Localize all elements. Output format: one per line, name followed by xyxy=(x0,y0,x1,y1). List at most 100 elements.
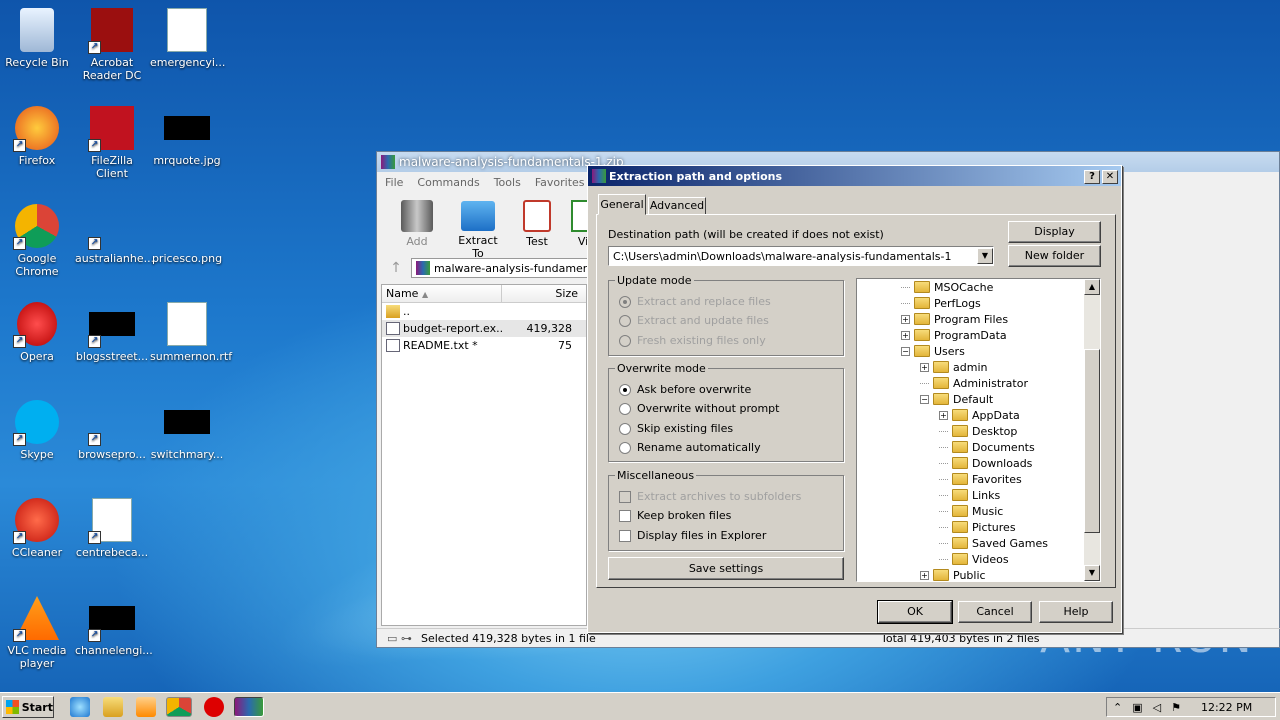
desktop-icon-channelengi[interactable]: ↗ channelengi... xyxy=(75,594,153,657)
expand-icon[interactable]: + xyxy=(901,314,910,324)
tree-node-label: Default xyxy=(953,392,994,406)
save-settings-button[interactable]: Save settings xyxy=(608,557,844,580)
tree-node-program-files[interactable]: + Program Files xyxy=(901,311,1008,327)
test-button[interactable]: Test xyxy=(517,196,557,252)
tree-node-label: Videos xyxy=(972,552,1009,566)
tree-node-saved-games[interactable]: Saved Games xyxy=(939,535,1048,551)
tree-node-documents[interactable]: Documents xyxy=(939,439,1035,455)
desktop-icon-recycle-bin[interactable]: Recycle Bin xyxy=(0,6,74,69)
help-button[interactable]: Help xyxy=(1039,601,1113,623)
tree-node-music[interactable]: Music xyxy=(939,503,1003,519)
cancel-button[interactable]: Cancel xyxy=(958,601,1032,623)
tab-advanced[interactable]: Advanced xyxy=(648,197,706,215)
tree-node-users[interactable]: − Users xyxy=(901,343,965,359)
expand-icon[interactable]: + xyxy=(920,362,929,372)
radio-skip-existing-files[interactable]: Skip existing files xyxy=(619,422,733,435)
combo-dropdown-button[interactable]: ▼ xyxy=(977,248,993,264)
tree-node-videos[interactable]: Videos xyxy=(939,551,1009,567)
scroll-down-button[interactable]: ▼ xyxy=(1084,565,1100,581)
desktop-icon-skype[interactable]: ↗ Skype xyxy=(0,398,74,461)
expand-icon[interactable]: + xyxy=(920,570,929,580)
desktop-icon-centrebeca[interactable]: ↗ centrebeca... xyxy=(75,496,149,559)
network-icon[interactable]: ▣ xyxy=(1132,701,1142,714)
chrome-taskbar-icon[interactable] xyxy=(166,697,192,717)
folder-tree[interactable]: MSOCache PerfLogs + Program Files + ProgramDa… xyxy=(856,278,1101,582)
column-size[interactable]: Size xyxy=(502,285,586,302)
desktop-icon-browsepro[interactable]: ↗ browsepro... xyxy=(75,398,149,461)
tree-node-admin[interactable]: + admin xyxy=(920,359,987,375)
flag-icon[interactable]: ⚑ xyxy=(1171,701,1181,714)
tree-node-perflogs[interactable]: PerfLogs xyxy=(901,295,981,311)
expand-icon[interactable]: + xyxy=(901,330,910,340)
media-player-icon[interactable] xyxy=(136,697,156,717)
menu-favorites[interactable]: Favorites xyxy=(535,176,585,189)
opera-taskbar-icon[interactable] xyxy=(204,697,224,717)
explorer-icon[interactable] xyxy=(103,697,123,717)
file-row[interactable]: budget-report.ex... 419,328 xyxy=(382,320,586,337)
option-label: Extract and replace files xyxy=(637,295,771,308)
checkbox-display-files-in-explorer[interactable]: Display files in Explorer xyxy=(619,529,766,542)
start-button[interactable]: Start xyxy=(2,696,54,718)
radio-ask-before-overwrite[interactable]: Ask before overwrite xyxy=(619,383,751,396)
tree-node-msocache[interactable]: MSOCache xyxy=(901,279,993,295)
desktop-icon-firefox[interactable]: ↗ Firefox xyxy=(0,104,74,167)
destination-path-combo[interactable]: C:\Users\admin\Downloads\malware-analysi… xyxy=(608,246,994,266)
tree-node-links[interactable]: Links xyxy=(939,487,1000,503)
expand-icon[interactable]: + xyxy=(939,410,948,420)
desktop-icon-switchmary[interactable]: switchmary... xyxy=(150,398,224,461)
desktop-icon-australianhe[interactable]: ↗ australianhe... xyxy=(75,202,154,265)
tree-node-pictures[interactable]: Pictures xyxy=(939,519,1016,535)
tray-expand-icon[interactable]: ⌃ xyxy=(1113,701,1122,714)
ie-icon[interactable] xyxy=(70,697,90,717)
extract-to-button[interactable]: Extract To xyxy=(453,196,503,260)
desktop-icon-pricesco-png[interactable]: pricesco.png xyxy=(150,202,224,265)
tree-node-public[interactable]: + Public xyxy=(920,567,986,581)
radio-rename-automatically[interactable]: Rename automatically xyxy=(619,441,761,454)
desktop-icon-emergencyi[interactable]: emergencyi... xyxy=(150,6,225,69)
ok-button[interactable]: OK xyxy=(877,600,953,624)
collapse-icon[interactable]: − xyxy=(901,346,910,356)
archive-path-field[interactable]: malware-analysis-fundamen xyxy=(411,258,591,278)
tree-node-downloads[interactable]: Downloads xyxy=(939,455,1032,471)
help-title-button[interactable]: ? xyxy=(1084,170,1100,184)
tree-node-appdata[interactable]: + AppData xyxy=(939,407,1020,423)
file-row[interactable]: .. xyxy=(382,303,586,320)
checkbox-keep-broken-files[interactable]: Keep broken files xyxy=(619,509,731,522)
desktop-icon-acrobat-reader-dc[interactable]: ↗ Acrobat Reader DC xyxy=(75,6,149,82)
desktop-icon-google-chrome[interactable]: ↗ Google Chrome xyxy=(0,202,74,278)
menu-tools[interactable]: Tools xyxy=(494,176,521,189)
tree-node-administrator[interactable]: Administrator xyxy=(920,375,1028,391)
desktop-icon-mrquote-jpg[interactable]: mrquote.jpg xyxy=(150,104,224,167)
add-button[interactable]: Add xyxy=(395,196,439,252)
desktop-icon-vlc-media-player[interactable]: ↗ VLC media player xyxy=(0,594,74,670)
file-icon: ↗ xyxy=(88,398,136,446)
scroll-up-button[interactable]: ▲ xyxy=(1084,279,1100,295)
desktop-icon-filezilla-client[interactable]: ↗ FileZilla Client xyxy=(75,104,149,180)
tree-line xyxy=(939,494,948,496)
tree-node-default[interactable]: − Default xyxy=(920,391,993,407)
close-button[interactable]: ✕ xyxy=(1102,170,1118,184)
display-button[interactable]: Display xyxy=(1008,221,1101,243)
winrar-taskbar-icon[interactable] xyxy=(234,697,264,717)
tree-scrollbar[interactable]: ▲ ▼ xyxy=(1084,279,1100,581)
desktop-icon-opera[interactable]: ↗ Opera xyxy=(0,300,74,363)
tab-general[interactable]: General xyxy=(598,194,646,215)
volume-icon[interactable]: ◁ xyxy=(1153,701,1161,714)
tree-node-programdata[interactable]: + ProgramData xyxy=(901,327,1007,343)
menu-file[interactable]: File xyxy=(385,176,403,189)
file-row[interactable]: README.txt * 75 xyxy=(382,337,586,354)
column-name[interactable]: Name ▲ xyxy=(382,285,502,302)
tree-node-desktop[interactable]: Desktop xyxy=(939,423,1017,439)
new-folder-button[interactable]: New folder xyxy=(1008,245,1101,267)
dialog-title-bar[interactable]: Extraction path and options xyxy=(588,166,1121,186)
radio-overwrite-without-prompt[interactable]: Overwrite without prompt xyxy=(619,402,779,415)
scroll-thumb[interactable] xyxy=(1084,349,1100,533)
collapse-icon[interactable]: − xyxy=(920,394,929,404)
desktop-icon-blogsstreet[interactable]: ↗ blogsstreet... xyxy=(75,300,149,363)
menu-commands[interactable]: Commands xyxy=(417,176,479,189)
up-arrow-icon[interactable]: ↑ xyxy=(381,260,411,276)
tree-node-favorites[interactable]: Favorites xyxy=(939,471,1022,487)
desktop-icon-ccleaner[interactable]: ↗ CCleaner xyxy=(0,496,74,559)
desktop-icon-summernon-rtf[interactable]: summernon.rtf xyxy=(150,300,232,363)
clock[interactable]: 12:22 PM xyxy=(1201,701,1252,714)
